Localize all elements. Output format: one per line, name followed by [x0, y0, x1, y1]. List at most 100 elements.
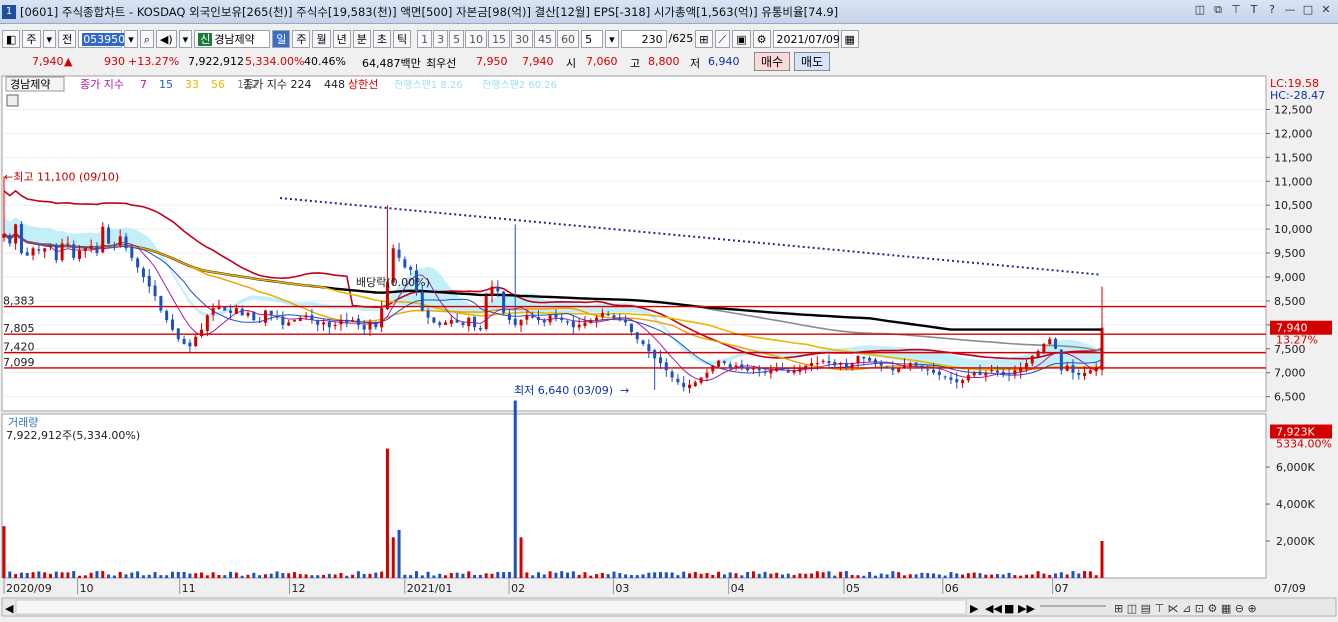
scroll-right-icon[interactable]: ▶: [970, 602, 979, 615]
link-icon[interactable]: ◫: [1194, 3, 1206, 17]
interval-button-5[interactable]: 5: [449, 30, 465, 48]
volume-bar-155: [902, 575, 906, 578]
page-count-input[interactable]: 230: [620, 30, 667, 48]
volume-bar-122: [711, 574, 715, 578]
help-icon[interactable]: ?: [1266, 3, 1278, 17]
volume-bar-150: [873, 575, 877, 578]
volume-bar-176: [1024, 574, 1028, 578]
date-input[interactable]: 2021/07/09: [772, 30, 840, 48]
period-tab-4[interactable]: 분: [352, 30, 371, 48]
buy-button[interactable]: 매수: [754, 52, 791, 71]
speaker-icon[interactable]: ◀): [155, 30, 177, 48]
candle-body-154: [897, 367, 901, 372]
custom-interval-input[interactable]: 5: [581, 30, 604, 48]
y-tick-label-12: 12,500: [1274, 104, 1313, 117]
volume-bar-45: [263, 574, 267, 578]
settings-gear-icon[interactable]: ⚙: [752, 30, 771, 48]
volume-panel: [1, 413, 1267, 579]
speaker-dropdown-icon[interactable]: ▾: [178, 30, 193, 48]
volume-bar-85: [496, 571, 500, 578]
interval-dropdown-icon[interactable]: ▾: [605, 30, 619, 48]
candle-body-58: [339, 320, 343, 325]
candle-body-135: [786, 370, 790, 373]
candle-body-124: [722, 361, 726, 364]
interval-button-1[interactable]: 1: [417, 30, 433, 48]
candle-body-168: [978, 371, 982, 376]
candle-body-35: [205, 315, 209, 332]
stock-name-field[interactable]: 신 경남제약: [194, 30, 271, 48]
candle-body-112: [653, 350, 657, 359]
volume-bar-60: [351, 574, 355, 578]
volume-bar-108: [629, 575, 633, 578]
scroll-thumb[interactable]: [15, 599, 967, 615]
candle-body-38: [223, 307, 227, 311]
search-icon[interactable]: ⌕: [139, 30, 154, 48]
stock-code-input[interactable]: 053950: [78, 30, 127, 48]
mode-dropdown-icon[interactable]: ▾: [42, 30, 57, 48]
period-tab-5[interactable]: 초: [372, 30, 391, 48]
interval-button-3[interactable]: 3: [433, 30, 449, 48]
candle-body-47: [275, 315, 279, 318]
interval-button-15[interactable]: 15: [488, 30, 511, 48]
all-button[interactable]: 전: [58, 30, 77, 48]
calculator-icon[interactable]: [6, 94, 19, 107]
mode-select[interactable]: 주: [22, 30, 41, 48]
scroll-left-icon[interactable]: ◀: [5, 602, 14, 615]
candle-body-92: [536, 317, 540, 321]
arrange-icon[interactable]: ⊞: [695, 30, 713, 48]
sell-button[interactable]: 매도: [794, 52, 831, 71]
period-tab-1[interactable]: 주: [292, 30, 311, 48]
volume-bar-168: [978, 573, 982, 578]
interval-button-60[interactable]: 60: [557, 30, 580, 48]
volume-bar-113: [658, 572, 662, 578]
candle-body-69: [403, 259, 407, 268]
volume-bar-58: [339, 572, 343, 578]
candle-body-89: [519, 320, 523, 326]
interval-button-10[interactable]: 10: [465, 30, 488, 48]
close-icon[interactable]: ✕: [1320, 3, 1332, 17]
candle-body-94: [548, 315, 552, 323]
candle-body-60: [351, 320, 355, 322]
text-icon[interactable]: T: [1248, 3, 1260, 17]
volume-bar-177: [1030, 574, 1034, 578]
pin-icon[interactable]: ⊤: [1230, 3, 1242, 17]
candle-body-184: [1071, 365, 1075, 373]
candle-body-73: [426, 310, 430, 318]
legend-cloud2-label: 전행스팬2 60.26: [482, 79, 557, 91]
interval-button-45[interactable]: 45: [534, 30, 557, 48]
volume-bar-102: [595, 574, 599, 578]
period-tab-2[interactable]: 월: [312, 30, 331, 48]
candle-body-36: [211, 308, 215, 315]
candle-body-167: [972, 372, 976, 376]
volume-bar-17: [101, 571, 105, 578]
scroll-bar[interactable]: ◀ ▶ ◀◀ ■ ▶▶ ⊞ ◫ ▤ ⊤ ⋉ ⊿ ⊡ ⚙ ▦ ⊖ ⊕: [1, 597, 1337, 617]
restore-icon[interactable]: □: [1302, 3, 1314, 17]
candle-body-96: [560, 317, 564, 321]
period-tab-6[interactable]: 틱: [392, 30, 412, 48]
period-tab-3[interactable]: 년: [332, 30, 351, 48]
layout-icon[interactable]: ◧: [2, 30, 21, 48]
copy-window-icon[interactable]: ⧉: [1212, 3, 1224, 17]
volume-bar-10: [60, 572, 64, 578]
indicator-icon[interactable]: ⟋: [714, 30, 731, 48]
save-icon[interactable]: ▣: [732, 30, 751, 48]
stop-icon[interactable]: ■: [1004, 602, 1014, 615]
interval-button-30[interactable]: 30: [511, 30, 534, 48]
candle-body-152: [885, 366, 889, 368]
period-tab-0[interactable]: 일: [272, 30, 291, 48]
new-listing-badge: 신: [198, 33, 213, 46]
calendar-icon[interactable]: ▦: [840, 30, 859, 48]
code-dropdown-icon[interactable]: ▾: [124, 30, 138, 48]
volume-bar-162: [943, 575, 947, 578]
chart-tools-icons[interactable]: ⊞ ◫ ▤ ⊤ ⋉ ⊿ ⊡ ⚙ ▦ ⊖ ⊕: [1114, 602, 1257, 615]
rewind-icon[interactable]: ◀◀: [985, 602, 1002, 615]
candle-body-145: [844, 362, 848, 368]
current-price: 7,940: [32, 55, 64, 68]
volume-bar-185: [1077, 573, 1081, 578]
candle-body-182: [1059, 349, 1063, 371]
volume-ratio: 5,334.00%: [245, 55, 305, 68]
minimize-icon[interactable]: —: [1284, 3, 1296, 17]
candle-body-79: [461, 322, 465, 325]
fast-forward-icon[interactable]: ▶▶: [1018, 602, 1035, 615]
candle-body-31: [182, 338, 186, 344]
